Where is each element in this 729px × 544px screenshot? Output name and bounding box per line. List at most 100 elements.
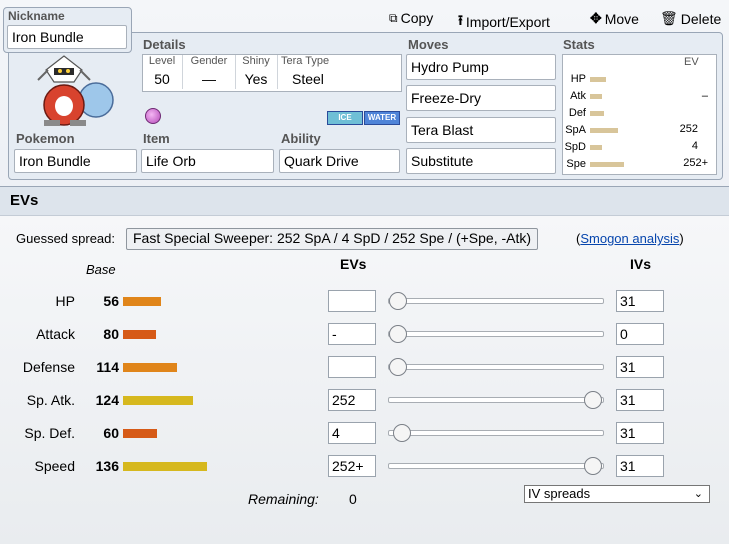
stat-label-hp: HP: [55, 293, 75, 309]
ev-input-defense[interactable]: [328, 356, 376, 378]
ev-slider-track-spatk: [388, 397, 604, 403]
smogon-analysis-link[interactable]: Smogon analysis: [580, 231, 679, 246]
type-ice-badge: ICE: [327, 111, 363, 125]
stat-row-spa: SpA: [564, 124, 618, 136]
base-value-spatk: 124: [95, 392, 119, 408]
guessed-spread-label: Guessed spread:: [16, 231, 116, 246]
move-4-input[interactable]: Substitute: [406, 148, 556, 174]
copy-label: Copy: [400, 10, 434, 26]
ev-slider-track-spdef: [388, 430, 604, 436]
delete-button[interactable]: 🗑 Delete: [660, 10, 721, 27]
ability-label: Ability: [281, 131, 321, 146]
copy-button[interactable]: ⧉ Copy: [389, 10, 433, 26]
stat-label-defense: Defense: [22, 359, 75, 375]
ev-input-spdef[interactable]: 4: [328, 422, 376, 444]
tera-type-label: Tera Type: [281, 55, 330, 67]
divider: [235, 55, 236, 89]
iv-input-spatk[interactable]: 31: [616, 389, 664, 411]
import-export-button[interactable]: ⭱ Import/Export: [458, 10, 550, 34]
iv-input-speed[interactable]: 31: [616, 455, 664, 477]
ev-input-attack[interactable]: -: [328, 323, 376, 345]
pokemon-input[interactable]: Iron Bundle: [14, 149, 137, 173]
stat-label-attack: Attack: [36, 326, 75, 342]
stat-ev-spe: 252+: [683, 157, 708, 169]
details-label: Details: [143, 37, 186, 52]
stat-ev-spa: 252: [679, 123, 698, 135]
ev-slider-spatk[interactable]: [584, 391, 602, 409]
stat-name: Def: [568, 107, 586, 119]
stat-name: Spe: [566, 158, 586, 170]
gender-value: —: [202, 71, 216, 87]
ev-input-spatk[interactable]: 252: [328, 389, 376, 411]
stat-bar: [590, 144, 602, 150]
base-bar-speed: [123, 462, 207, 471]
guessed-spread-button[interactable]: Fast Special Sweeper: 252 SpA / 4 SpD / …: [126, 228, 539, 250]
copy-icon: ⧉: [389, 10, 398, 25]
level-label: Level: [148, 55, 176, 67]
stat-label-spdef: Sp. Def.: [24, 425, 75, 441]
stat-bar: [590, 127, 618, 133]
ev-slider-spdef[interactable]: [393, 424, 411, 442]
stat-ev-spd: 4: [691, 140, 698, 152]
move-3-input[interactable]: Tera Blast: [406, 117, 556, 143]
base-bar-spatk: [123, 396, 193, 405]
iv-input-attack[interactable]: 0: [616, 323, 664, 345]
stat-bar: [590, 161, 624, 167]
ev-slider-track-speed: [388, 463, 604, 469]
smogon-link-wrap: (Smogon analysis): [576, 231, 684, 246]
stats-ev-header: EV: [684, 56, 699, 68]
remaining-value: 0: [349, 491, 357, 507]
ev-slider-defense[interactable]: [389, 358, 407, 376]
move-2-input[interactable]: Freeze-Dry: [406, 85, 556, 111]
ivs-header: IVs: [630, 256, 652, 272]
ev-slider-track-hp: [388, 298, 604, 304]
base-bar-spdef: [123, 429, 157, 438]
ev-slider-speed[interactable]: [584, 457, 602, 475]
base-header: Base: [86, 262, 116, 277]
iv-input-defense[interactable]: 31: [616, 356, 664, 378]
iv-input-hp[interactable]: 31: [616, 290, 664, 312]
base-bar-defense: [123, 363, 177, 372]
stat-ev-atk: –: [701, 90, 708, 102]
stat-row-spd: SpD: [564, 141, 602, 153]
iv-input-spdef[interactable]: 31: [616, 422, 664, 444]
ev-input-speed[interactable]: 252+: [328, 455, 376, 477]
ev-input-hp[interactable]: [328, 290, 376, 312]
level-value: 50: [154, 71, 170, 87]
base-value-speed: 136: [95, 458, 119, 474]
stat-bar: [590, 93, 602, 99]
ev-slider-track-defense: [388, 364, 604, 370]
import-export-label: Import/Export: [465, 14, 550, 30]
item-input[interactable]: Life Orb: [141, 149, 274, 173]
move-label: Move: [604, 10, 639, 27]
nickname-input[interactable]: Iron Bundle: [7, 25, 127, 49]
nickname-label: Nickname: [8, 9, 65, 23]
tera-type-value: Steel: [292, 71, 324, 87]
move-button[interactable]: ✥ Move: [590, 10, 639, 27]
ev-slider-hp[interactable]: [389, 292, 407, 310]
trash-icon: 🗑: [660, 10, 678, 26]
stat-label-speed: Speed: [34, 458, 75, 474]
base-bar-hp: [123, 297, 161, 306]
ev-slider-attack[interactable]: [389, 325, 407, 343]
chevron-down-icon: ⌄: [693, 488, 703, 500]
ev-section-title: EVs: [10, 192, 39, 209]
tera-orb-icon: [145, 108, 161, 124]
move-1-input[interactable]: Hydro Pump: [406, 54, 556, 80]
stat-name: SpD: [564, 141, 586, 153]
shiny-label: Shiny: [242, 55, 270, 67]
stat-name: HP: [570, 73, 586, 85]
move-icon: ✥: [590, 10, 602, 26]
moves-label: Moves: [408, 37, 449, 52]
base-value-spdef: 60: [103, 425, 119, 441]
stat-row-atk: Atk: [564, 90, 602, 102]
iv-spreads-select[interactable]: IV spreads ⌄: [524, 485, 710, 503]
stat-bar: [590, 110, 604, 116]
ev-header-bar: [0, 186, 729, 216]
pokemon-sprite: [37, 55, 114, 126]
stat-name: Atk: [570, 90, 586, 102]
ability-input[interactable]: Quark Drive: [279, 149, 400, 173]
type-water-badge: WATER: [364, 111, 400, 125]
upload-icon: ⭱: [458, 12, 463, 28]
stat-bar: [590, 76, 606, 82]
